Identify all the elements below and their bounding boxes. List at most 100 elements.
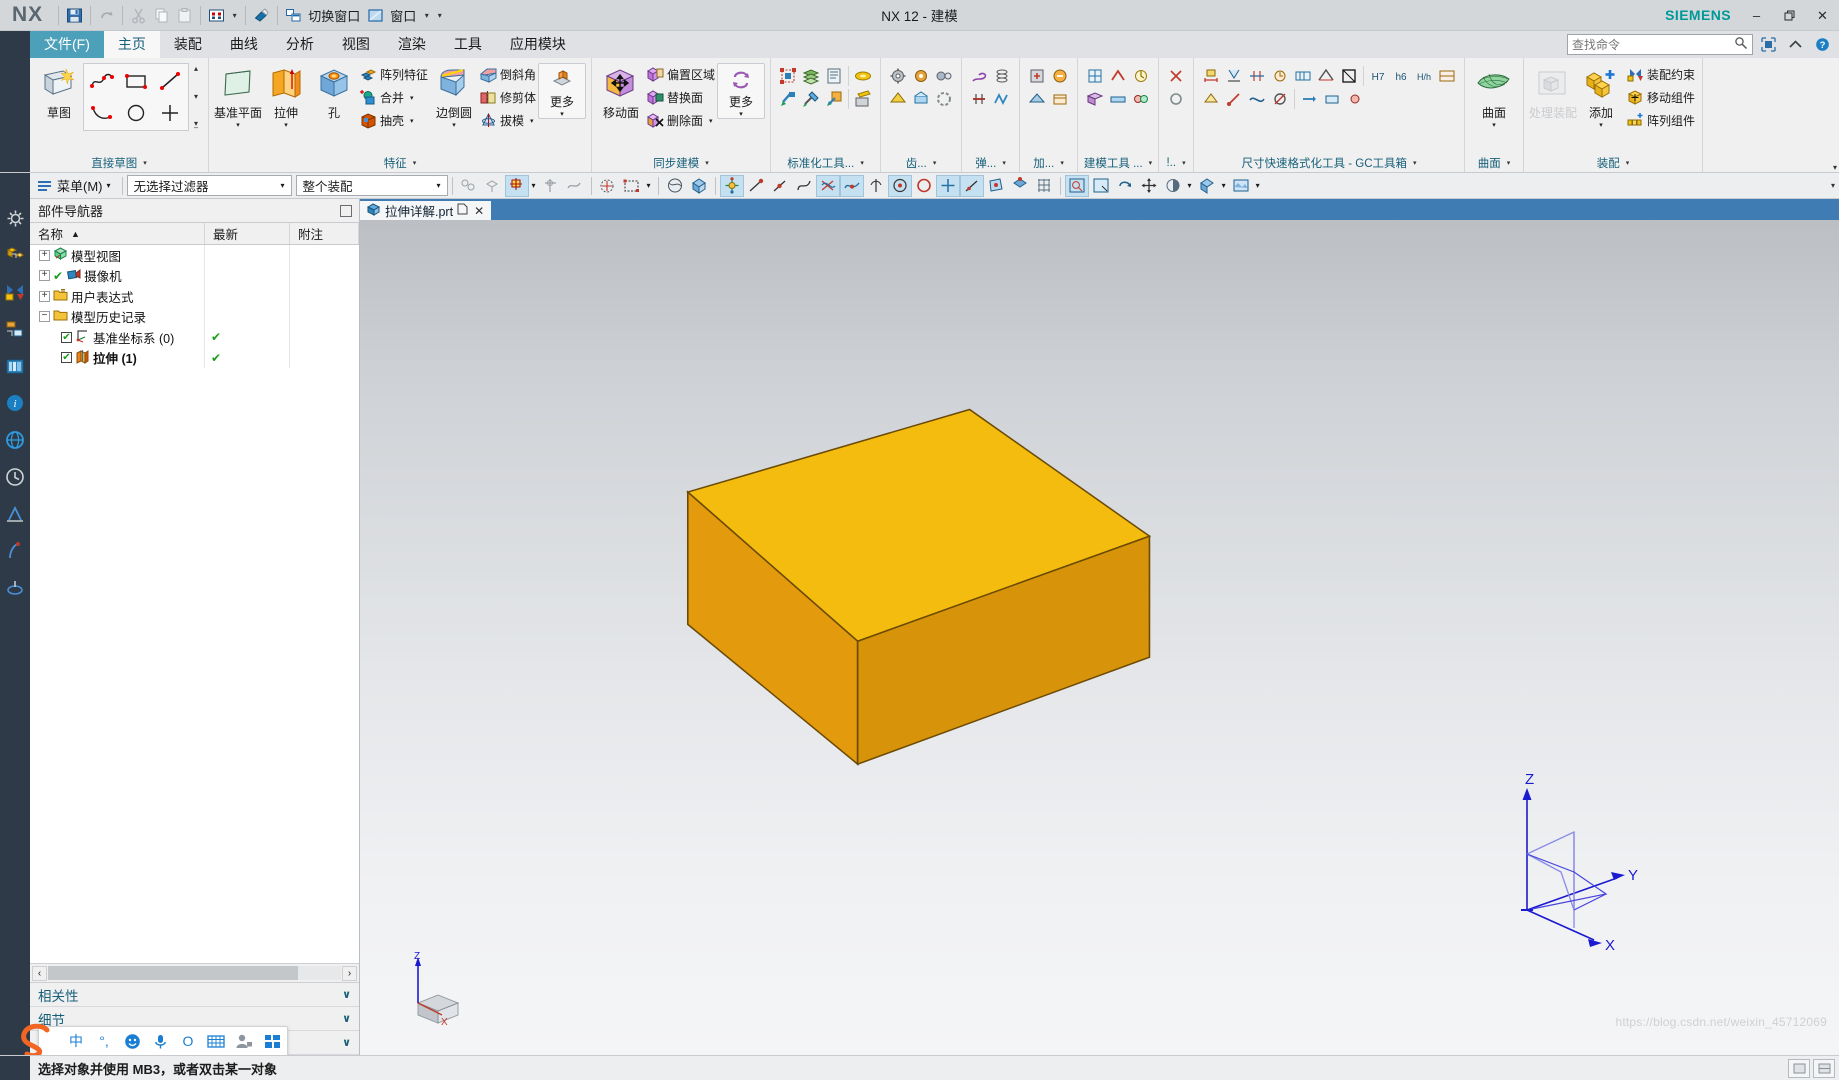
selection-bar-overflow-caret[interactable]: ▾ — [1831, 181, 1835, 190]
group-label-gear[interactable]: 齿... ▾ — [883, 154, 959, 172]
misc-icon-2[interactable] — [1165, 88, 1187, 110]
qa-overflow-caret[interactable]: ▾ — [433, 4, 446, 27]
gear-icon[interactable] — [2, 205, 28, 231]
gc-icon-12[interactable] — [1200, 88, 1222, 110]
scroll-expand-caret[interactable]: ▾̲ — [189, 119, 203, 128]
snap-point-caret[interactable]: ▾ — [529, 181, 539, 190]
role-icon[interactable] — [2, 538, 28, 564]
group-label-synchronous-modeling[interactable]: 同步建模 ▾ — [594, 154, 768, 172]
std-icon-4[interactable] — [852, 65, 874, 87]
edge-blend-caret[interactable]: ▾ — [452, 122, 456, 129]
sogou-ime-bar[interactable]: 中 °, O — [21, 1023, 288, 1059]
sync-more-button[interactable]: 更多 ▾ — [717, 63, 766, 119]
assembly-navigator-icon[interactable] — [2, 242, 28, 268]
tree-item-checkbox[interactable]: ✔ — [61, 331, 72, 343]
snap-intersection-icon[interactable] — [815, 174, 840, 197]
selection-filter-combo[interactable]: 无选择过滤器 ▾ — [126, 175, 292, 196]
datum-plane-button[interactable]: 基准平面 ▾ — [214, 63, 262, 131]
select-feature-icon[interactable] — [457, 175, 481, 197]
display-style-icon[interactable] — [1161, 175, 1185, 197]
group-label-add[interactable]: 加... ▾ — [1022, 154, 1075, 172]
gc-icon-10[interactable]: H/h — [1413, 65, 1435, 87]
tree-item-checkbox[interactable]: ✔ — [61, 352, 72, 364]
tree-expander[interactable]: + — [39, 249, 50, 261]
zoom-icon[interactable] — [1089, 175, 1113, 197]
graphics-viewport[interactable]: 拉伸详解.prt ✕ Z Y X Z X https://blog.csdn.n… — [360, 199, 1839, 1055]
draft-caret[interactable]: ▾ — [530, 117, 534, 125]
ime-handwriting-icon[interactable]: O — [177, 1030, 199, 1052]
gc-icon-13[interactable] — [1223, 88, 1245, 110]
ime-punctuation[interactable]: °, — [93, 1030, 115, 1052]
rectangle-select-icon[interactable] — [620, 175, 644, 197]
gc-icon-9[interactable]: h6 — [1390, 65, 1412, 87]
scroll-down-caret[interactable]: ▾ — [189, 92, 203, 101]
group-label-standardization-tools[interactable]: 标准化工具... ▾ — [773, 154, 878, 172]
snap-midpoint-icon[interactable] — [768, 175, 792, 197]
snap-point-on-icon[interactable] — [935, 174, 960, 197]
gc-icon-11[interactable] — [1436, 65, 1458, 87]
group-label-misc[interactable]: !.. ▾ — [1161, 154, 1191, 172]
shaded-edges-icon[interactable] — [687, 175, 711, 197]
viewport-canvas[interactable]: Z Y X Z X https://blog.csdn.net/weixin_4… — [360, 220, 1839, 1055]
group-caret[interactable]: ▾ — [1149, 159, 1153, 167]
gear-icon-4[interactable] — [887, 88, 909, 110]
spring-icon-2[interactable] — [991, 65, 1013, 87]
process-studio-icon[interactable] — [2, 501, 28, 527]
group-label-gc-toolbox[interactable]: 尺寸快速格式化工具 - GC工具箱 ▾ — [1196, 154, 1462, 172]
snap-on-curve-icon[interactable] — [959, 174, 984, 197]
tab-view[interactable]: 视图 — [328, 31, 384, 58]
group-caret[interactable]: ▾ — [413, 159, 417, 167]
window-icon[interactable] — [364, 4, 387, 27]
ribbon-expand-caret[interactable]: ▾ — [1833, 163, 1837, 172]
ime-user-icon[interactable] — [233, 1030, 255, 1052]
snap-tangent-icon[interactable] — [839, 174, 864, 197]
group-caret[interactable]: ▾ — [1507, 159, 1511, 167]
chevron-down-icon[interactable]: ∨ — [342, 988, 351, 1001]
gc-icon-4[interactable] — [1269, 65, 1291, 87]
draft-button[interactable]: 拔模 ▾ — [478, 109, 538, 132]
gear-icon-2[interactable] — [910, 65, 932, 87]
gear-icon-6[interactable] — [933, 88, 955, 110]
fullscreen-icon[interactable] — [1757, 34, 1779, 55]
scroll-left-button[interactable]: ‹ — [32, 965, 47, 981]
document-tab[interactable]: 拉伸详解.prt ✕ — [360, 199, 492, 220]
spring-icon-1[interactable] — [968, 65, 990, 87]
scroll-thumb[interactable] — [48, 966, 298, 980]
delete-face-button[interactable]: 删除面 ▾ — [645, 109, 717, 132]
move-component-button[interactable]: 移动组件 — [1625, 86, 1697, 109]
part-navigator-icon[interactable] — [2, 316, 28, 342]
table-row[interactable]: ✔ 拉伸 (1) ✔ — [30, 347, 359, 368]
pan-icon[interactable] — [1137, 175, 1161, 197]
shell-caret[interactable]: ▾ — [410, 117, 414, 125]
group-label-surface[interactable]: 曲面 ▾ — [1467, 154, 1521, 172]
tab-application[interactable]: 应用模块 — [496, 31, 580, 58]
gc-icon-17[interactable] — [1321, 88, 1343, 110]
snap-arc-center-icon[interactable] — [912, 175, 936, 197]
group-label-spring[interactable]: 弹... ▾ — [964, 154, 1017, 172]
tab-file[interactable]: 文件(F) — [30, 31, 104, 58]
copy-icon[interactable] — [150, 4, 173, 27]
rectangle-select-caret[interactable]: ▾ — [644, 181, 654, 190]
background-icon[interactable] — [1229, 175, 1253, 197]
std-icon-1[interactable] — [777, 65, 799, 87]
extrude-button[interactable]: 拉伸 ▾ — [262, 63, 310, 131]
paste-icon[interactable] — [173, 4, 196, 27]
group-label-assembly[interactable]: 装配 ▾ — [1526, 154, 1700, 172]
minimize-button[interactable]: – — [1740, 0, 1773, 31]
tree-expander[interactable]: − — [39, 311, 50, 323]
reuse-library-icon[interactable] — [2, 353, 28, 379]
tab-tools[interactable]: 工具 — [440, 31, 496, 58]
render-style-icon[interactable] — [1195, 175, 1219, 197]
tab-analysis[interactable]: 分析 — [272, 31, 328, 58]
group-caret[interactable]: ▾ — [705, 159, 709, 167]
group-label-direct-sketch[interactable]: 直接草图 ▾ — [32, 154, 206, 172]
offset-region-button[interactable]: 偏置区域 — [645, 63, 717, 86]
tab-home[interactable]: 主页 — [103, 31, 160, 58]
group-caret[interactable]: ▾ — [860, 159, 864, 167]
gc-icon-2[interactable] — [1223, 65, 1245, 87]
command-search[interactable] — [1567, 34, 1753, 55]
chevron-down-icon[interactable]: ▾ — [433, 181, 445, 190]
chevron-up-icon[interactable] — [1784, 34, 1806, 55]
table-row[interactable]: + 用户表达式 — [30, 286, 359, 307]
scroll-right-button[interactable]: › — [342, 965, 357, 981]
